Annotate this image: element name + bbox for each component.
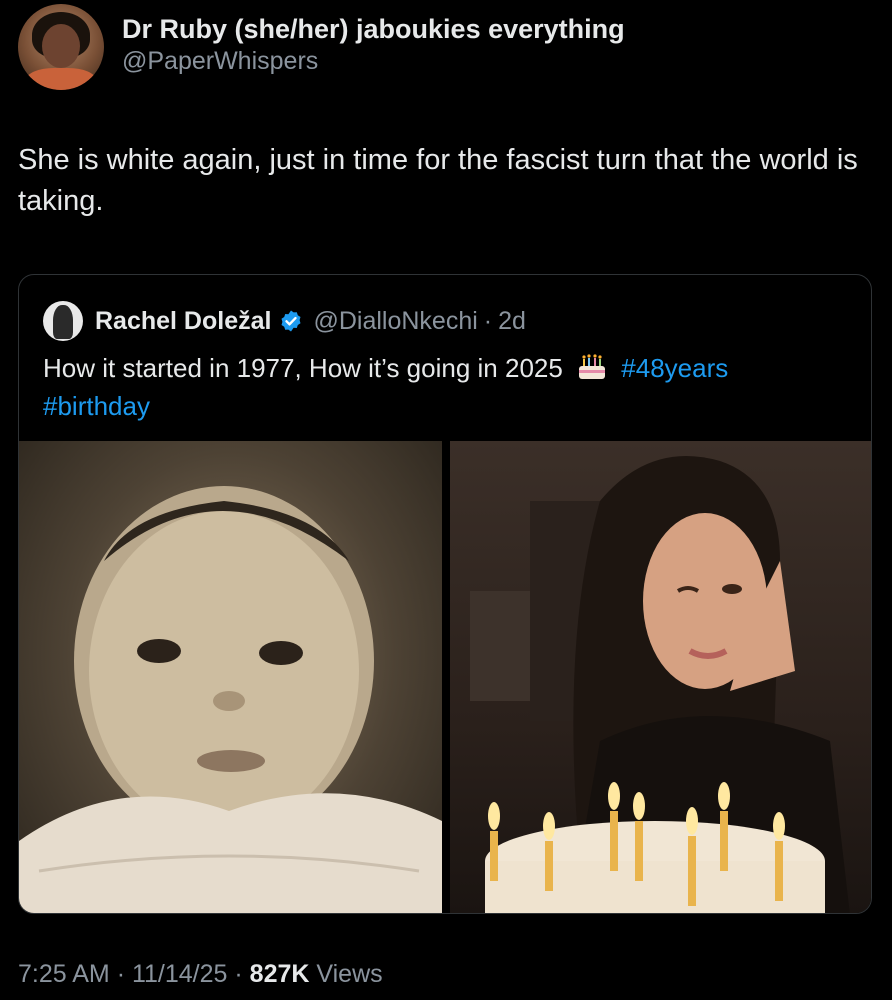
separator-dot: · [116,960,126,988]
author-names: Dr Ruby (she/her) jaboukies everything @… [122,4,625,76]
author-avatar[interactable] [18,4,104,90]
quoted-tweet-media [19,441,871,913]
author-handle[interactable]: @PaperWhispers [122,46,625,76]
tweet-text: She is white again, just in time for the… [18,144,858,217]
quoted-author-display-name[interactable]: Rachel Doležal [95,307,271,336]
birthday-photo-illustration [470,456,850,913]
hashtag-link[interactable]: #birthday [43,391,150,421]
tweet-author[interactable]: Dr Ruby (she/her) jaboukies everything @… [18,4,625,90]
tweet-time[interactable]: 7:25 AM [18,960,110,988]
separator-dot: · [483,306,493,335]
quoted-tweet[interactable]: Rachel Doležal @DialloNkechi · 2d How it… [18,274,872,914]
quoted-tweet-header: Rachel Doležal @DialloNkechi · 2d [43,301,526,341]
author-display-name[interactable]: Dr Ruby (she/her) jaboukies everything [122,12,625,46]
verified-badge-icon [281,310,301,332]
tweet-date[interactable]: 11/14/25 [132,960,227,988]
quoted-author-handle[interactable]: @DialloNkechi [313,307,477,336]
birthday-cake-photo[interactable] [450,441,871,913]
baby-photo[interactable] [19,441,442,913]
quoted-tweet-age[interactable]: 2d [498,307,526,336]
quoted-author-avatar[interactable] [43,301,83,341]
views-count[interactable]: 827K [250,960,310,988]
hashtag-link[interactable]: #48years [621,353,728,383]
quoted-tweet-text: How it started in 1977, How it’s going i… [43,349,843,425]
views-label: Views [316,960,383,988]
quoted-text-body: How it started in 1977, How it’s going i… [43,353,563,383]
separator-dot: · [234,960,243,988]
baby-photo-illustration [19,486,442,913]
tweet-meta: 7:25 AM · 11/14/25 · 827K Views [18,960,383,989]
birthday-cake-icon [579,354,606,379]
